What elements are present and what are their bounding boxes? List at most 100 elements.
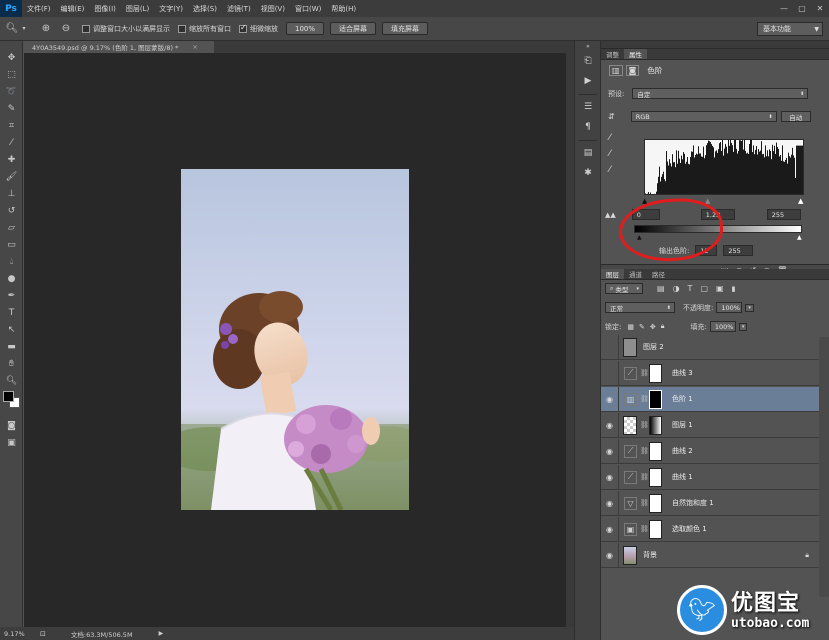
history-panel-icon[interactable]: ⎗ [575, 51, 601, 71]
link-chain-icon[interactable]: ⛓︎ [640, 421, 649, 429]
filter-type-icon[interactable]: T [688, 284, 693, 293]
link-chain-icon[interactable]: ⛓︎ [640, 369, 649, 377]
foreground-color-swatch[interactable] [3, 391, 14, 402]
menu-help[interactable]: 帮助(H) [326, 4, 361, 14]
layer-row[interactable]: ◉ ▽ ⛓︎ 自然饱和度 1 [601, 490, 819, 516]
marquee-tool-icon[interactable]: ⬚ [0, 66, 23, 83]
lasso-tool-icon[interactable]: ➰ [0, 83, 23, 100]
workspace-select[interactable]: 基本功能 ▼ [757, 22, 823, 36]
tool-presets-panel-icon[interactable]: ☰ [575, 97, 601, 117]
link-chain-icon[interactable]: ⛓︎ [640, 447, 649, 455]
visibility-eye-icon[interactable]: ◉ [601, 542, 619, 568]
layer-row[interactable]: ◉ ⟋ ⛓︎ 曲线 2 [601, 438, 819, 464]
visibility-eye-icon[interactable]: ◉ [601, 516, 619, 542]
clipping-warning-icon[interactable]: ▲▲ [605, 211, 616, 219]
fill-field[interactable]: 100% [709, 321, 736, 332]
menu-layer[interactable]: 图层(L) [121, 4, 154, 14]
dodge-tool-icon[interactable]: ● [0, 270, 23, 287]
layer-row[interactable]: 图层 2 [601, 334, 819, 360]
pen-tool-icon[interactable]: ✒ [0, 287, 23, 304]
layer-row[interactable]: ◉ ⟋ ⛓︎ 曲线 1 [601, 464, 819, 490]
menu-select[interactable]: 选择(S) [188, 4, 222, 14]
layer-row[interactable]: ◉ ▣ ⛓︎ 选取颜色 1 [601, 516, 819, 542]
link-chain-icon[interactable]: ⛓︎ [640, 473, 649, 481]
hand-tool-icon[interactable]: ✋︎ [0, 355, 23, 372]
lock-all-icon[interactable]: 🔒︎ [661, 322, 665, 331]
menu-image[interactable]: 图像(I) [89, 4, 121, 14]
tab-adjustments[interactable]: 调整 [601, 49, 624, 59]
zoom-tool-icon[interactable]: 🔍︎ [0, 372, 23, 389]
clone-source-panel-icon[interactable]: ▤ [575, 143, 601, 163]
eraser-tool-icon[interactable]: ▱ [0, 219, 23, 236]
layer-row[interactable]: ◉ 背景 🔒︎ [601, 542, 819, 568]
input-white-field[interactable]: 255 [766, 209, 801, 220]
path-select-tool-icon[interactable]: ↖ [0, 321, 23, 338]
menu-filter[interactable]: 滤镜(T) [222, 4, 256, 14]
layer-row[interactable]: ⟋ ⛓︎ 曲线 3 [601, 360, 819, 386]
filter-adjustment-icon[interactable]: ◑ [673, 284, 680, 293]
gradient-tool-icon[interactable]: ▭ [0, 236, 23, 253]
filter-toggle-icon[interactable]: ▮ [732, 285, 736, 293]
canvas-vertical-scrollbar[interactable] [566, 53, 574, 627]
visibility-eye-icon[interactable]: ◉ [601, 438, 619, 464]
visibility-toggle-empty[interactable] [601, 360, 619, 386]
eyedropper-tool-icon[interactable]: ⁄ [0, 134, 23, 151]
close-icon[interactable]: × [192, 43, 197, 51]
zoom-all-windows-checkbox[interactable]: 缩放所有窗口 [178, 24, 231, 34]
opacity-chevron-icon[interactable]: ▾ [745, 303, 754, 312]
link-chain-icon[interactable]: ⛓︎ [640, 395, 649, 403]
mask-icon[interactable]: ◙ [625, 65, 640, 76]
visibility-toggle-empty[interactable] [601, 334, 619, 360]
preset-select[interactable]: 自定 ⬍ [632, 88, 809, 99]
output-white-slider[interactable]: ▲ [797, 234, 802, 241]
type-tool-icon[interactable]: T [0, 304, 23, 321]
filter-pixel-icon[interactable]: ▤ [657, 284, 665, 293]
zoom-100-button[interactable]: 100% [286, 22, 325, 35]
document-tab[interactable]: 4Y0A3549.psd @ 9.17% (色阶 1, 图层蒙版/8) * × [24, 41, 214, 53]
move-tool-icon[interactable]: ✥ [0, 49, 23, 66]
layer-mask-thumbnail[interactable] [649, 467, 662, 487]
visibility-eye-icon[interactable]: ◉ [601, 490, 619, 516]
checkbox-box-checked[interactable] [239, 23, 247, 33]
output-white-field[interactable]: 255 [723, 245, 754, 256]
status-share-icon[interactable]: ⊡ [40, 630, 46, 638]
screen-mode-icon[interactable]: ▣ [0, 434, 23, 451]
menu-file[interactable]: 文件(F) [22, 4, 56, 14]
fill-screen-button[interactable]: 填充屏幕 [382, 22, 429, 35]
resize-windows-checkbox[interactable]: 调整窗口大小以满屏显示 [82, 24, 170, 34]
tab-layers[interactable]: 图层 [601, 269, 624, 279]
visibility-eye-icon[interactable]: ◉ [601, 464, 619, 490]
healing-brush-tool-icon[interactable]: ✚ [0, 151, 23, 168]
paragraph-panel-icon[interactable]: ¶ [575, 117, 601, 137]
checkbox-box[interactable] [178, 24, 186, 33]
zoom-tool-icon[interactable]: 🔍︎ [4, 21, 20, 37]
history-brush-tool-icon[interactable]: ↺ [0, 202, 23, 219]
layer-mask-thumbnail[interactable] [649, 519, 662, 539]
input-white-slider[interactable]: ▲ [798, 197, 803, 205]
visibility-eye-icon[interactable]: ◉ [601, 412, 619, 438]
layer-mask-thumbnail[interactable] [649, 441, 662, 461]
restore-button[interactable]: ▢ [793, 0, 811, 17]
fill-chevron-icon[interactable]: ▾ [738, 322, 748, 331]
lock-image-icon[interactable]: ✎ [639, 323, 645, 331]
layer-row[interactable]: ◉ ⛓︎ 图层 1 [601, 412, 819, 438]
black-eyedropper-icon[interactable]: ⁄ [609, 133, 611, 149]
brush-presets-panel-icon[interactable]: ✱ [575, 163, 601, 183]
gray-eyedropper-icon[interactable]: ⁄ [609, 149, 611, 165]
zoom-level[interactable]: 9.17% [4, 630, 36, 638]
filter-smart-icon[interactable]: ▣ [716, 284, 724, 293]
filter-shape-icon[interactable]: ▢ [700, 284, 708, 293]
dock-collapse-icon[interactable]: » [575, 41, 601, 51]
tab-channels[interactable]: 通道 [624, 269, 647, 279]
fit-screen-button[interactable]: 适合屏幕 [330, 22, 377, 35]
channel-select[interactable]: RGB ⬍ [630, 111, 777, 122]
layers-scrollbar[interactable] [819, 337, 829, 597]
shape-tool-icon[interactable]: ▬ [0, 338, 23, 355]
menu-window[interactable]: 窗口(W) [290, 4, 326, 14]
layer-row-selected[interactable]: ◉ ▥ ⛓︎ 色阶 1 [601, 386, 819, 412]
checkbox-box[interactable] [82, 24, 90, 33]
blur-tool-icon[interactable]: 💧︎ [0, 253, 23, 270]
clone-stamp-tool-icon[interactable]: ⊥ [0, 185, 23, 202]
quick-select-tool-icon[interactable]: ✎ [0, 100, 23, 117]
tab-properties[interactable]: 属性 [624, 49, 647, 59]
